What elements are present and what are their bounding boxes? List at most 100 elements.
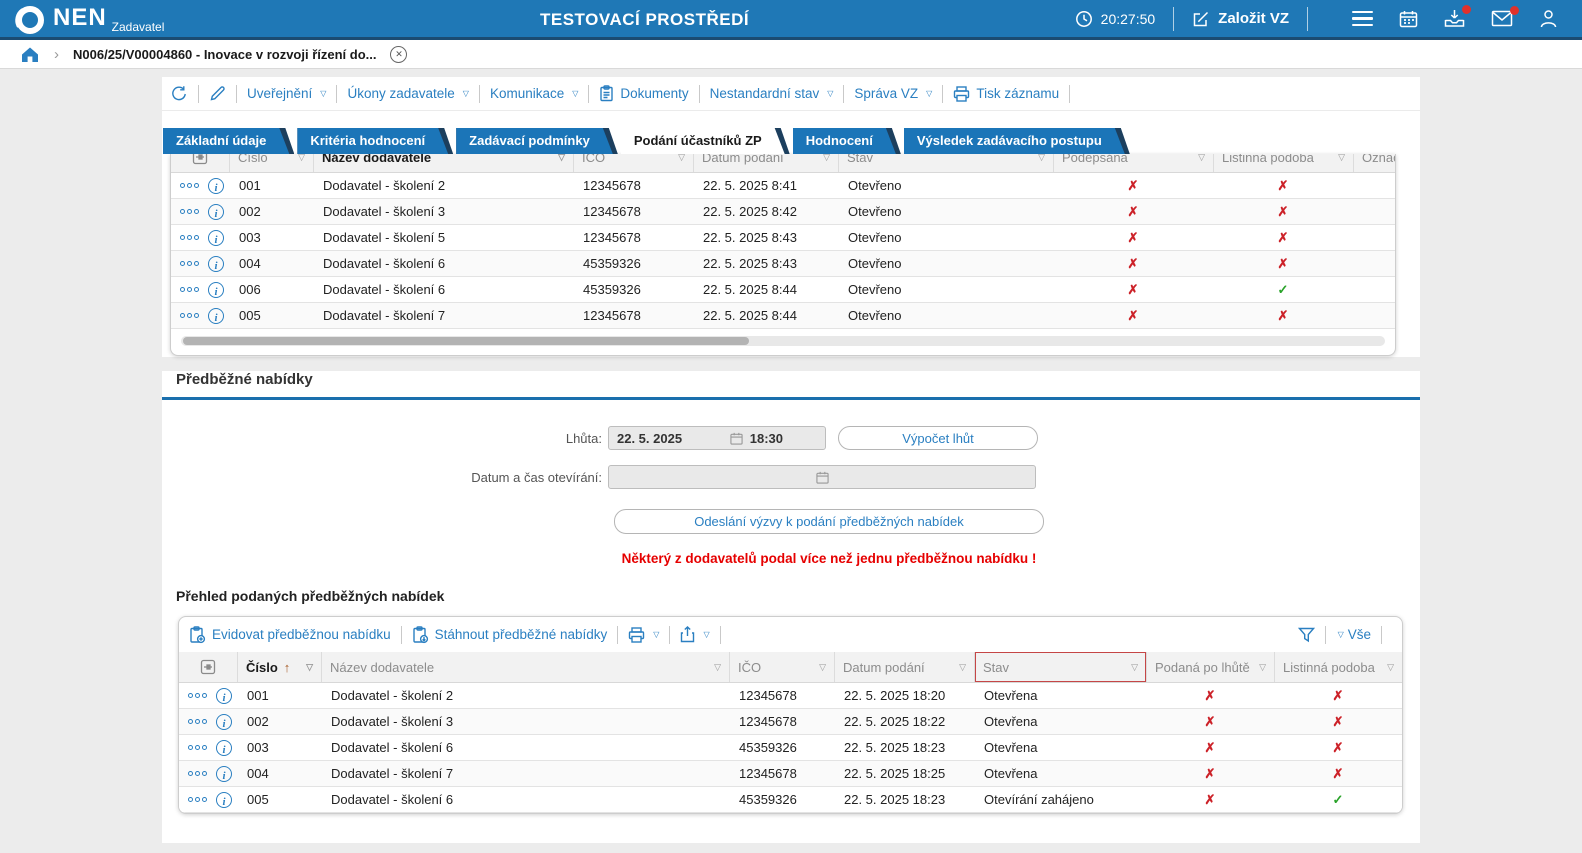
vypocet-lhut-button[interactable]: Výpočet lhůt [838,426,1038,450]
row-menu-icon[interactable] [188,719,207,724]
column-header-stav[interactable]: Stav▽ [974,652,1146,682]
filter-icon[interactable]: ▽ [300,662,313,673]
otevirani-input[interactable] [608,465,1036,489]
menu-icon[interactable] [1352,11,1373,27]
filter-icon[interactable]: ▽ [1253,662,1266,673]
table-row[interactable]: 005 Dodavatel - školení 6 45359326 22. 5… [179,787,1402,813]
filter-funnel-icon[interactable] [1298,627,1315,643]
calendar-icon[interactable] [730,432,743,445]
filter-icon[interactable]: ▽ [292,154,305,163]
column-settings-button[interactable] [179,652,237,682]
table-row[interactable]: 005 Dodavatel - školení 7 12345678 22. 5… [171,303,1395,329]
close-icon[interactable]: ✕ [390,46,407,63]
row-menu-icon[interactable] [188,771,207,776]
column-header-datum-podani[interactable]: Datum podání▽ [834,652,974,682]
column-header-stav[interactable]: Stav▽ [838,154,1053,172]
toolbar-item-tisk-zaznamu[interactable]: Tisk záznamu [953,86,1059,102]
table-row[interactable]: 002 Dodavatel - školení 3 12345678 22. 5… [179,709,1402,735]
table-row[interactable]: 003 Dodavatel - školení 6 45359326 22. 5… [179,735,1402,761]
row-menu-icon[interactable] [188,693,207,698]
tab-vysledek-zadavaciho-postupu[interactable]: Výsledek zadávacího postupu [904,128,1130,154]
table-row[interactable]: 002 Dodavatel - školení 3 12345678 22. 5… [171,199,1395,225]
tab-podani-ucastniku-zp[interactable]: Podání účastníků ZP [621,128,790,154]
filter-icon[interactable]: ▽ [672,154,685,163]
table-row[interactable]: 004 Dodavatel - školení 7 12345678 22. 5… [179,761,1402,787]
row-menu-icon[interactable] [180,235,199,240]
column-header-podepsana[interactable]: Podepsána▽ [1053,154,1213,172]
column-header-nazev-dodavatele[interactable]: Název dodavatele▽ [321,652,729,682]
row-info-icon[interactable] [216,688,232,704]
row-info-icon[interactable] [208,308,224,324]
toolbar-item-nestandardni-stav[interactable]: Nestandardní stav ▽ [710,86,834,101]
toolbar-item-ukony-zadavatele[interactable]: Úkony zadavatele ▽ [347,86,468,101]
filter-icon[interactable]: ▽ [708,662,721,673]
row-info-icon[interactable] [216,714,232,730]
toolbar-item-sprava-vz[interactable]: Správa VZ ▽ [854,86,932,101]
row-info-icon[interactable] [208,204,224,220]
row-menu-icon[interactable] [188,797,207,802]
odeslani-vyzvy-button[interactable]: Odeslání výzvy k podání předběžných nabí… [614,509,1044,534]
column-header-cislo[interactable]: Číslo ↑ ▽ [237,652,321,682]
row-info-icon[interactable] [216,766,232,782]
toolbar-item-komunikace[interactable]: Komunikace ▽ [490,86,578,101]
row-menu-icon[interactable] [180,261,199,266]
row-menu-icon[interactable] [188,745,207,750]
column-header-listinna-podoba[interactable]: Listinná podoba▽ [1213,154,1353,172]
column-header-listinna-podoba[interactable]: Listinná podoba▽ [1274,652,1402,682]
tab-zakladni-udaje[interactable]: Základní údaje [163,128,294,154]
column-header-datum-podani[interactable]: Datum podání▽ [693,154,838,172]
filter-icon[interactable]: ▽ [1032,154,1045,163]
row-info-icon[interactable] [208,282,224,298]
filter-icon[interactable]: ▽ [953,662,966,673]
scrollbar-thumb[interactable] [183,337,749,345]
view-all-button[interactable]: Vše [1348,627,1371,642]
toolbar-item-dokumenty[interactable]: Dokumenty [599,85,688,102]
row-info-icon[interactable] [216,740,232,756]
column-header-ico[interactable]: IČO▽ [573,154,693,172]
column-header-oznacena[interactable]: Označen [1353,154,1395,172]
filter-icon[interactable]: ▽ [552,154,565,163]
calendar-icon[interactable] [816,471,829,484]
tab-kriteria-hodnoceni[interactable]: Kritéria hodnocení [297,128,453,154]
row-menu-icon[interactable] [180,313,199,318]
stahnout-nabidky-button[interactable]: Stáhnout předběžné nabídky [412,626,608,644]
toolbar-item-uverejneni[interactable]: Uveřejnění ▽ [247,86,326,101]
row-menu-icon[interactable] [180,209,199,214]
nen-logo[interactable]: NEN Zadavatel [0,1,164,36]
export-button[interactable]: ▽ [680,626,709,643]
calendar-icon[interactable] [1399,10,1418,28]
column-settings-button[interactable] [171,154,229,172]
filter-icon[interactable]: ▽ [1381,662,1394,673]
lhuta-time-value[interactable]: 18:30 [750,431,783,446]
tab-hodnoceni[interactable]: Hodnocení [793,128,901,154]
table-row[interactable]: 001 Dodavatel - školení 2 12345678 22. 5… [171,173,1395,199]
row-menu-icon[interactable] [180,183,199,188]
lhuta-input[interactable]: 22. 5. 2025 18:30 [608,426,826,450]
filter-icon[interactable]: ▽ [817,154,830,163]
print-table-button[interactable]: ▽ [628,627,659,643]
lhuta-date-value[interactable]: 22. 5. 2025 [617,431,682,446]
row-info-icon[interactable] [208,230,224,246]
home-icon[interactable] [20,45,40,64]
column-header-cislo[interactable]: Číslo▽ [229,154,313,172]
column-header-ico[interactable]: IČO▽ [729,652,834,682]
column-header-podana-po-lhute[interactable]: Podaná po lhůtě▽ [1146,652,1274,682]
table-row[interactable]: 003 Dodavatel - školení 5 12345678 22. 5… [171,225,1395,251]
edit-button[interactable] [209,85,226,102]
filter-icon[interactable]: ▽ [1125,662,1138,673]
mail-icon[interactable] [1491,10,1513,27]
breadcrumb-item[interactable]: N006/25/V00004860 - Inovace v rozvoji ří… [73,47,376,62]
refresh-button[interactable] [170,85,188,103]
user-icon[interactable] [1539,9,1558,28]
filter-icon[interactable]: ▽ [813,662,826,673]
table-row[interactable]: 004 Dodavatel - školení 6 45359326 22. 5… [171,251,1395,277]
create-vz-button[interactable]: Založit VZ [1192,10,1289,28]
row-info-icon[interactable] [208,178,224,194]
table-row[interactable]: 006 Dodavatel - školení 6 45359326 22. 5… [171,277,1395,303]
inbox-icon[interactable] [1444,9,1465,28]
evidovat-nabidku-button[interactable]: Evidovat předběžnou nabídku [189,626,391,644]
horizontal-scrollbar[interactable] [181,336,1385,346]
row-menu-icon[interactable] [180,287,199,292]
table-row[interactable]: 001 Dodavatel - školení 2 12345678 22. 5… [179,683,1402,709]
filter-icon[interactable]: ▽ [1332,154,1345,163]
